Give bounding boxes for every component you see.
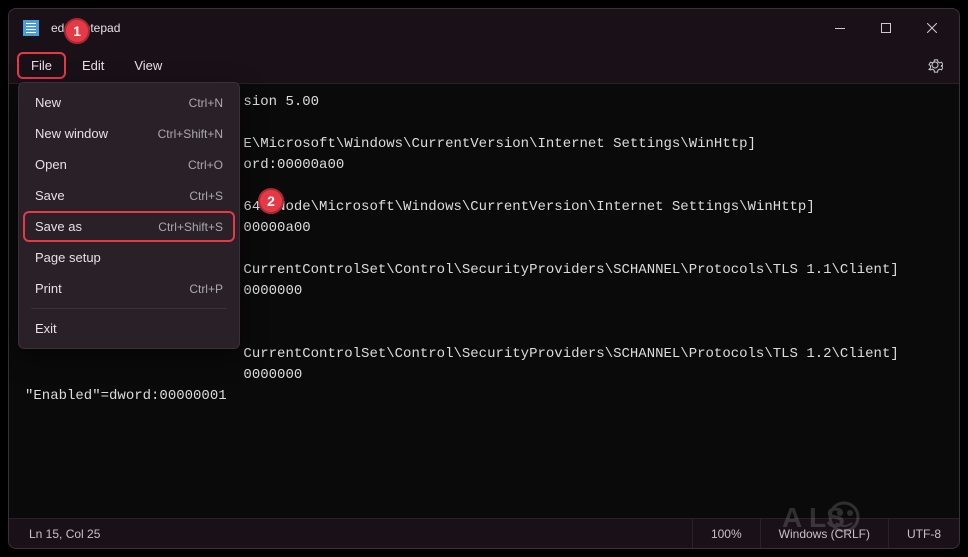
menu-item-label: Save as (35, 219, 82, 234)
menu-item-label: Print (35, 281, 62, 296)
titlebar[interactable]: ed - Notepad (9, 9, 959, 47)
settings-button[interactable] (919, 49, 951, 81)
cursor-position: Ln 15, Col 25 (9, 519, 118, 548)
annotation-callout-2: 2 (258, 188, 284, 214)
menu-item-shortcut: Ctrl+Shift+S (158, 220, 223, 234)
notepad-icon (23, 20, 39, 36)
file-menu-dropdown: New Ctrl+N New window Ctrl+Shift+N Open … (18, 82, 240, 349)
menu-item-new[interactable]: New Ctrl+N (23, 87, 235, 118)
menu-item-shortcut: Ctrl+S (189, 189, 223, 203)
menu-item-new-window[interactable]: New window Ctrl+Shift+N (23, 118, 235, 149)
maximize-icon (881, 23, 891, 33)
menu-item-label: Save (35, 188, 65, 203)
maximize-button[interactable] (863, 12, 909, 44)
minimize-button[interactable] (817, 12, 863, 44)
statusbar: Ln 15, Col 25 100% Windows (CRLF) UTF-8 (9, 518, 959, 548)
menu-item-page-setup[interactable]: Page setup (23, 242, 235, 273)
menu-item-shortcut: Ctrl+O (188, 158, 223, 172)
close-icon (927, 23, 937, 33)
minimize-icon (835, 28, 845, 29)
menu-item-save[interactable]: Save Ctrl+S (23, 180, 235, 211)
menu-item-print[interactable]: Print Ctrl+P (23, 273, 235, 304)
menu-file[interactable]: File (17, 52, 66, 79)
close-button[interactable] (909, 12, 955, 44)
menu-item-shortcut: Ctrl+Shift+N (158, 127, 223, 141)
zoom-level[interactable]: 100% (692, 519, 760, 548)
line-ending[interactable]: Windows (CRLF) (760, 519, 888, 548)
menubar: File Edit View (9, 47, 959, 83)
menu-item-open[interactable]: Open Ctrl+O (23, 149, 235, 180)
menu-item-label: Open (35, 157, 67, 172)
window-controls (817, 12, 955, 44)
menu-item-save-as[interactable]: Save as Ctrl+Shift+S (23, 211, 235, 242)
menu-item-label: Page setup (35, 250, 101, 265)
menu-item-label: New (35, 95, 61, 110)
menu-item-exit[interactable]: Exit (23, 313, 235, 344)
encoding[interactable]: UTF-8 (888, 519, 959, 548)
menu-view[interactable]: View (120, 52, 176, 79)
menu-item-shortcut: Ctrl+N (189, 96, 223, 110)
menu-edit[interactable]: Edit (68, 52, 118, 79)
menu-item-shortcut: Ctrl+P (189, 282, 223, 296)
menu-item-label: New window (35, 126, 108, 141)
gear-icon (927, 57, 943, 73)
menu-item-label: Exit (35, 321, 57, 336)
menu-separator (31, 308, 227, 309)
annotation-callout-1: 1 (64, 18, 90, 44)
